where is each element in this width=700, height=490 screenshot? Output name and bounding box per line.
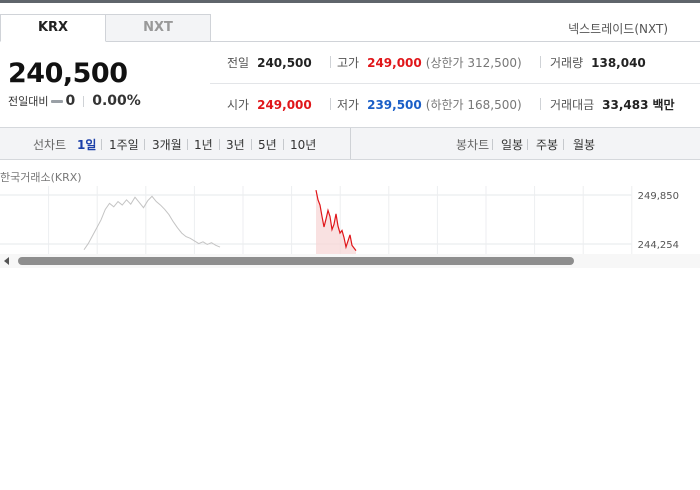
open-label: 시가 (227, 98, 250, 112)
candle-monthly[interactable]: 월봉 (573, 136, 595, 153)
prev-close-label: 전일 (227, 56, 250, 70)
upper-limit-value: 312,500 (467, 56, 518, 70)
divider (101, 139, 102, 150)
divider (330, 98, 331, 110)
lower-limit-value: 168,500 (467, 98, 518, 112)
divider (187, 139, 188, 150)
amount-value: 33,483 (602, 97, 649, 112)
divider (219, 139, 220, 150)
quote-prev-close: 전일 240,500 (227, 54, 312, 71)
row-divider (210, 83, 700, 84)
period-1d[interactable]: 1일 (77, 136, 96, 153)
y-tick-label: 249,850 (638, 191, 679, 202)
nxt-market-link[interactable]: 넥스트레이드(NXT) (568, 20, 668, 37)
period-1w[interactable]: 1주일 (109, 136, 139, 153)
candle-chart-title: 봉차트 (456, 138, 490, 152)
divider (540, 56, 541, 68)
amount-unit: 백만 (652, 98, 675, 112)
series-line-previous (83, 195, 221, 251)
market-tabs: KRX NXT (0, 14, 211, 42)
quote-volume: 거래량 138,040 (550, 54, 646, 71)
toolbar-divider (350, 128, 351, 159)
upper-limit: (상한가 312,500) (425, 56, 522, 70)
high-label: 고가 (337, 56, 360, 70)
line-chart-title: 선차트 (33, 138, 67, 152)
intraday-price-chart: 249,850 244,254 (0, 186, 679, 254)
scroll-thumb[interactable] (18, 257, 574, 265)
tab-divider-line (209, 41, 700, 42)
quote-open: 시가 249,000 (227, 96, 312, 113)
divider (83, 95, 85, 107)
candle-weekly[interactable]: 주봉 (536, 136, 558, 153)
flat-change-icon (51, 99, 64, 103)
chart-scrollbar[interactable] (0, 254, 700, 268)
divider (563, 139, 564, 150)
change-label: 전일대비 (8, 95, 49, 108)
volume-value: 138,040 (591, 55, 646, 70)
volume-label: 거래량 (550, 56, 584, 70)
amount-label: 거래대금 (550, 98, 595, 112)
divider (144, 139, 145, 150)
divider (492, 139, 493, 150)
change-percent: 0.00% (92, 93, 141, 109)
chart-toolbar: 선차트 1일 1주일 3개월 1년 3년 5년 10년 봉차트 일봉 주봉 월봉 (0, 127, 700, 160)
period-3y[interactable]: 3년 (226, 136, 245, 153)
period-1y[interactable]: 1년 (194, 136, 213, 153)
high-value: 249,000 (367, 55, 422, 70)
candle-daily[interactable]: 일봉 (501, 136, 523, 153)
tab-nxt[interactable]: NXT (106, 14, 211, 42)
prev-close-value: 240,500 (257, 55, 312, 70)
price-change: 전일대비 0 0.00% (8, 93, 141, 109)
change-value: 0 (65, 93, 76, 109)
y-tick-label: 244,254 (638, 240, 679, 251)
current-price: 240,500 (8, 58, 128, 89)
quote-low: 저가 239,500 (하한가 168,500) (337, 96, 522, 113)
divider (330, 56, 331, 68)
tab-krx[interactable]: KRX (0, 14, 106, 42)
low-value: 239,500 (367, 97, 422, 112)
divider (527, 139, 528, 150)
divider (283, 139, 284, 150)
divider (540, 98, 541, 110)
quote-high: 고가 249,000 (상한가 312,500) (337, 54, 522, 71)
series-area-current (316, 190, 356, 254)
open-value: 249,000 (257, 97, 312, 112)
top-border (0, 0, 700, 3)
quote-amount: 거래대금 33,483 백만 (550, 96, 675, 113)
lower-limit: (하한가 168,500) (425, 98, 522, 112)
upper-limit-label: 상한가 (430, 56, 464, 70)
period-5y[interactable]: 5년 (258, 136, 277, 153)
divider (251, 139, 252, 150)
chart-source-label: 한국거래소(KRX) (0, 171, 82, 184)
period-3m[interactable]: 3개월 (152, 136, 182, 153)
lower-limit-label: 하한가 (430, 98, 464, 112)
scroll-left-arrow-icon[interactable] (4, 257, 9, 265)
low-label: 저가 (337, 98, 360, 112)
period-10y[interactable]: 10년 (290, 136, 316, 153)
